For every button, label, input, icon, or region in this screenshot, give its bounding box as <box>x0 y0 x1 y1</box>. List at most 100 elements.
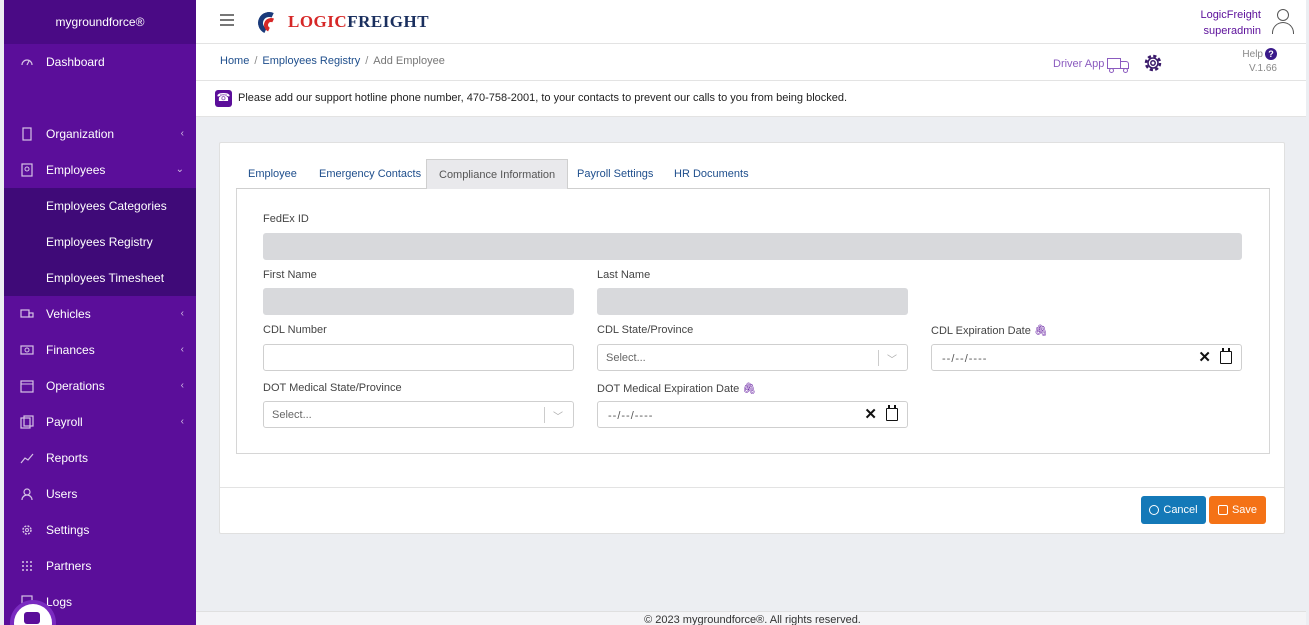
cdl-state-select[interactable]: Select... ﹀ <box>597 344 908 371</box>
chevron-left-icon: ‹ <box>180 416 184 427</box>
chevron-down-icon: ⌄ <box>175 164 184 175</box>
sidebar-item-operations[interactable]: Operations ‹ <box>4 368 196 404</box>
sidebar-subitem-employees-timesheet[interactable]: Employees Timesheet <box>4 260 196 296</box>
hamburger-menu-icon[interactable] <box>220 14 234 26</box>
help-label: Help <box>1242 49 1263 60</box>
calendar-icon[interactable] <box>886 405 898 421</box>
breadcrumb-bar: Home / Employees Registry / Add Employee Dri… <box>196 44 1309 81</box>
paperclip-icon[interactable]: 🖇 <box>742 383 756 395</box>
help-question-icon[interactable]: ? <box>1265 48 1277 60</box>
cdl-expiration-label: CDL Expiration Date 🖇 <box>931 325 1048 337</box>
breadcrumb-current: Add Employee <box>373 55 445 67</box>
first-name-label: First Name <box>263 269 317 281</box>
cancel-icon <box>1149 505 1160 515</box>
paperclip-icon[interactable]: 🖇 <box>1034 325 1048 337</box>
logo-text-logic: LOGIC <box>288 12 348 31</box>
sidebar-item-label: Logs <box>46 595 73 609</box>
tab-bar: Employee Emergency Contacts Compliance I… <box>236 159 1270 189</box>
chevron-down-icon: ﹀ <box>553 412 563 423</box>
cdl-expiration-date-input[interactable]: --/--/---- ✕ <box>931 344 1242 371</box>
tab-compliance-information[interactable]: Compliance Information <box>426 159 569 189</box>
grid-icon <box>20 559 34 573</box>
payroll-icon <box>20 415 34 429</box>
cdl-number-input[interactable] <box>263 344 574 371</box>
sidebar-subitem-employees-categories[interactable]: Employees Categories <box>4 188 196 224</box>
logo: LOGICFREIGHT <box>254 8 430 38</box>
sidebar-item-label: Employees <box>46 163 106 177</box>
user-role: superadmin <box>1203 25 1261 37</box>
help-block[interactable]: Help? V.1.66 <box>1242 48 1277 76</box>
version-label: V.1.66 <box>1249 63 1277 74</box>
chevron-left-icon: ‹ <box>180 380 184 391</box>
last-name-field <box>597 288 908 315</box>
sidebar-item-finances[interactable]: Finances ‹ <box>4 332 196 368</box>
date-placeholder: --/--/---- <box>608 410 654 422</box>
truck-icon <box>1107 55 1131 73</box>
tab-employee[interactable]: Employee <box>236 159 309 189</box>
sidebar-item-label: Operations <box>46 379 105 393</box>
sidebar-item-reports[interactable]: Reports <box>4 440 196 476</box>
dot-expiration-date-input[interactable]: --/--/---- ✕ <box>597 401 908 428</box>
sidebar-brand: mygroundforce® <box>4 0 196 44</box>
breadcrumb: Home / Employees Registry / Add Employee <box>220 55 445 67</box>
money-icon <box>20 343 34 357</box>
driver-app-link[interactable]: Driver App <box>1053 55 1131 73</box>
page-footer: © 2023 mygroundforce®. All rights reserv… <box>196 611 1309 625</box>
calendar-icon <box>20 379 34 393</box>
clear-icon[interactable]: ✕ <box>864 405 877 423</box>
cancel-button[interactable]: Cancel <box>1141 496 1206 524</box>
settings-gear-icon[interactable] <box>1142 52 1164 74</box>
dot-expiration-label: DOT Medical Expiration Date 🖇 <box>597 383 757 395</box>
tab-hr-documents[interactable]: HR Documents <box>662 159 761 189</box>
user-company: LogicFreight <box>1200 9 1261 21</box>
sidebar-item-payroll[interactable]: Payroll ‹ <box>4 404 196 440</box>
id-card-icon <box>20 163 34 177</box>
sidebar-item-organization[interactable]: Organization ‹ <box>4 116 196 152</box>
breadcrumb-separator: / <box>254 55 258 67</box>
phone-icon: ☎ <box>215 90 232 107</box>
tab-payroll-settings[interactable]: Payroll Settings <box>565 159 665 189</box>
gear-icon <box>20 523 34 537</box>
user-info[interactable]: LogicFreight superadmin <box>1200 7 1261 39</box>
clear-icon[interactable]: ✕ <box>1198 348 1211 366</box>
dot-state-select[interactable]: Select... ﹀ <box>263 401 574 428</box>
building-icon <box>20 127 34 141</box>
sidebar-item-label: Users <box>46 487 78 501</box>
sidebar-item-employees[interactable]: Employees ⌄ <box>4 152 196 188</box>
sidebar-item-label: Organization <box>46 127 115 141</box>
sidebar-item-dashboard[interactable]: Dashboard <box>4 44 196 80</box>
calendar-icon[interactable] <box>1220 348 1232 364</box>
users-icon <box>20 487 34 501</box>
fedex-id-field <box>263 233 1242 260</box>
notice-text: Please add our support hotline phone num… <box>238 92 848 104</box>
chevron-left-icon: ‹ <box>180 308 184 319</box>
sidebar-item-vehicles[interactable]: Vehicles ‹ <box>4 296 196 332</box>
cdl-state-label: CDL State/Province <box>597 324 694 336</box>
sidebar-item-label: Dashboard <box>46 55 105 69</box>
user-avatar-icon[interactable] <box>1271 9 1295 35</box>
sidebar-item-settings[interactable]: Settings <box>4 512 196 548</box>
breadcrumb-separator: / <box>365 55 369 67</box>
breadcrumb-home[interactable]: Home <box>220 55 249 67</box>
truck-icon <box>20 307 34 321</box>
chevron-left-icon: ‹ <box>180 344 184 355</box>
support-notice: ☎ Please add our support hotline phone n… <box>196 81 1309 117</box>
chevron-down-icon: ﹀ <box>887 355 897 366</box>
sidebar-item-label: Payroll <box>46 415 83 429</box>
dot-state-label: DOT Medical State/Province <box>263 382 402 394</box>
sidebar-subitem-employees-registry[interactable]: Employees Registry <box>4 224 196 260</box>
select-placeholder: Select... <box>272 409 312 421</box>
chart-icon <box>20 451 34 465</box>
top-bar: LOGICFREIGHT LogicFreight superadmin <box>196 0 1309 44</box>
chevron-left-icon: ‹ <box>180 128 184 139</box>
sidebar-item-partners[interactable]: Partners <box>4 548 196 584</box>
breadcrumb-employees-registry[interactable]: Employees Registry <box>262 55 360 67</box>
save-button[interactable]: Save <box>1209 496 1266 524</box>
sidebar-item-label: Vehicles <box>46 307 91 321</box>
logo-text-freight: FREIGHT <box>347 12 430 31</box>
logo-mark-icon <box>254 8 284 38</box>
compliance-pane: FedEx ID First Name Last Name CDL Number… <box>236 189 1270 454</box>
sidebar-item-users[interactable]: Users <box>4 476 196 512</box>
tab-emergency-contacts[interactable]: Emergency Contacts <box>307 159 433 189</box>
sidebar-item-label: Settings <box>46 523 90 537</box>
